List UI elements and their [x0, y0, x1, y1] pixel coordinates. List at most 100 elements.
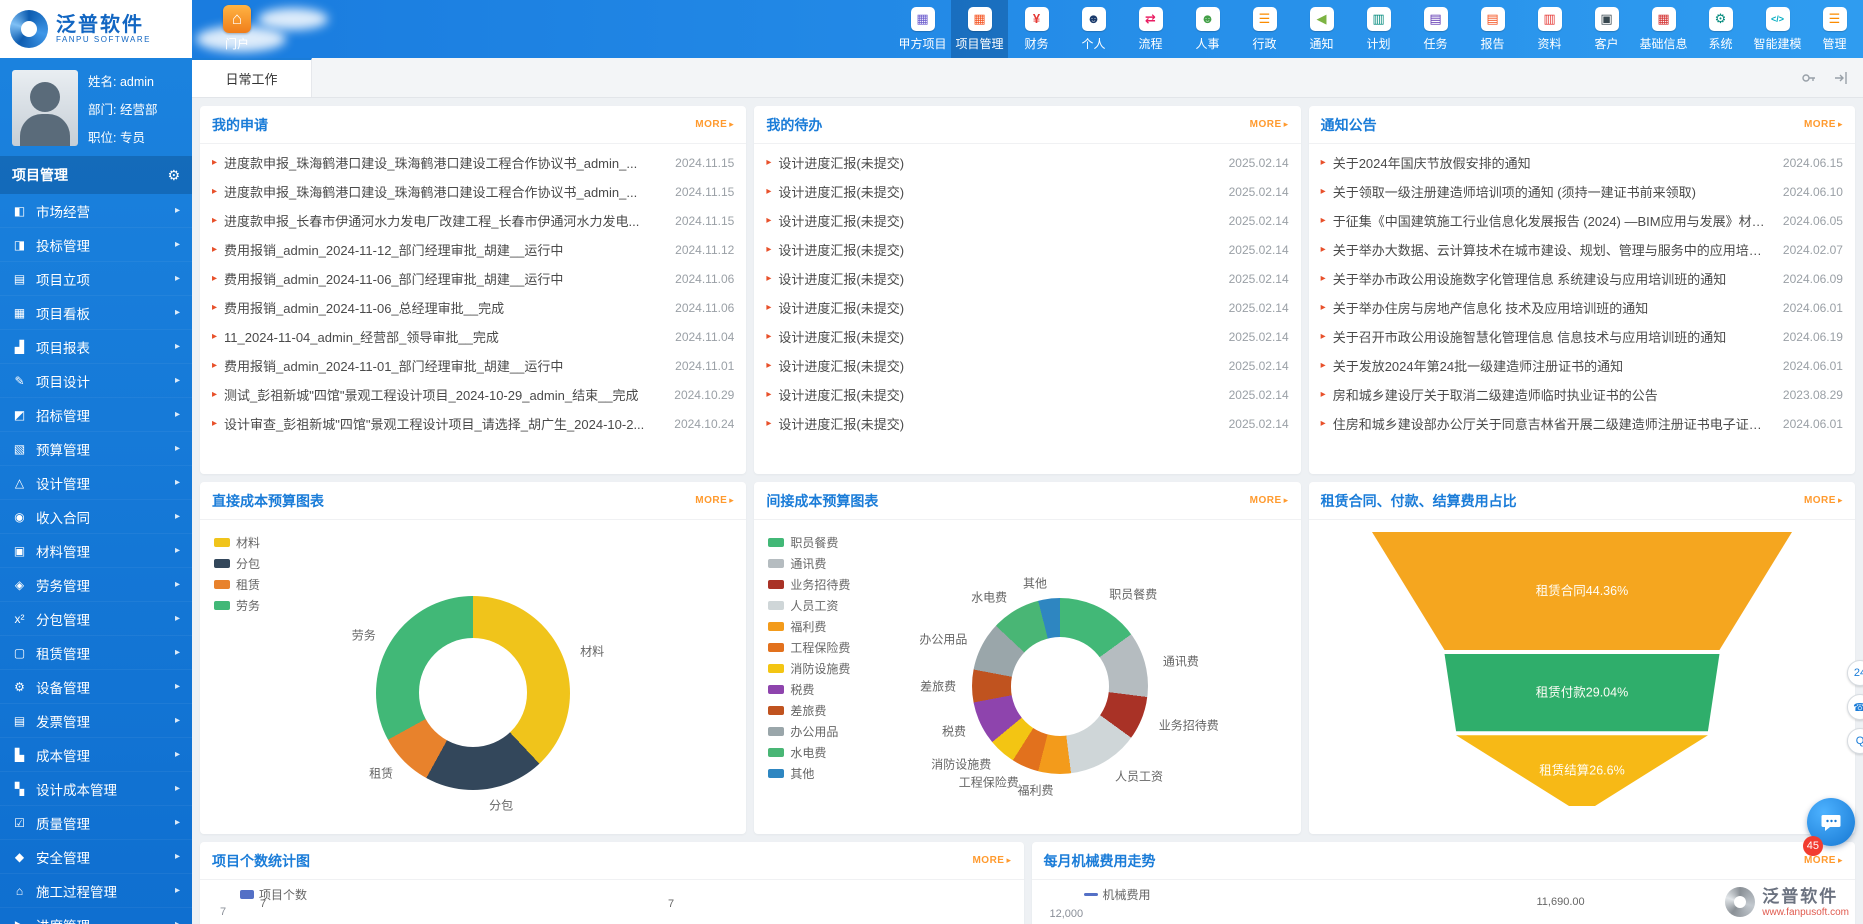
list-item[interactable]: ▸关于举办市政公用设施数字化管理信息 系统建设与应用培训班的通知2024.06.…: [1321, 264, 1843, 293]
more-button[interactable]: MORE▸: [695, 495, 734, 506]
module-management[interactable]: ☰管理: [1806, 0, 1863, 58]
list-item[interactable]: ▸费用报销_admin_2024-11-01_部门经理审批_胡建__运行中202…: [212, 351, 734, 380]
list-item[interactable]: ▸关于举办住房与房地产信息化 技术及应用培训班的通知2024.06.01: [1321, 293, 1843, 322]
sidebar-item-progress[interactable]: ▶进度管理▸: [0, 908, 192, 924]
list-item[interactable]: ▸设计进度汇报(未提交)2025.02.14: [766, 380, 1288, 409]
sidebar-item-design[interactable]: △设计管理▸: [0, 466, 192, 500]
legend-item[interactable]: 税费: [768, 681, 850, 698]
sidebar-item-initiation[interactable]: ▤项目立项▸: [0, 262, 192, 296]
sidebar-item-budget[interactable]: ▧预算管理▸: [0, 432, 192, 466]
module-project-management[interactable]: ▦项目管理: [951, 0, 1008, 58]
more-button[interactable]: MORE▸: [1250, 119, 1289, 130]
list-item[interactable]: ▸进度款申报_珠海鹤港口建设_珠海鹤港口建设工程合作协议书_admin_...2…: [212, 148, 734, 177]
sidebar-item-cost[interactable]: ▙成本管理▸: [0, 738, 192, 772]
sidebar-item-quality[interactable]: ☑质量管理▸: [0, 806, 192, 840]
module-party-a-project[interactable]: ▦甲方项目: [894, 0, 951, 58]
qq-icon[interactable]: Q: [1847, 728, 1863, 754]
list-item[interactable]: ▸设计进度汇报(未提交)2025.02.14: [766, 293, 1288, 322]
sidebar-item-market[interactable]: ◧市场经营▸: [0, 194, 192, 228]
bar-chart-legend[interactable]: 项目个数: [240, 886, 307, 903]
list-item[interactable]: ▸住房和城乡建设部办公厅关于同意吉林省开展二级建造师注册证书电子证书电子化试点.…: [1321, 409, 1843, 438]
list-item[interactable]: ▸费用报销_admin_2024-11-06_总经理审批__完成2024.11.…: [212, 293, 734, 322]
list-item[interactable]: ▸11_2024-11-04_admin_经营部_领导审批__完成2024.11…: [212, 322, 734, 351]
more-button[interactable]: MORE▸: [972, 855, 1011, 866]
module-system[interactable]: ⚙系统: [1692, 0, 1749, 58]
list-item[interactable]: ▸设计进度汇报(未提交)2025.02.14: [766, 264, 1288, 293]
list-item[interactable]: ▸设计进度汇报(未提交)2025.02.14: [766, 235, 1288, 264]
sidebar-item-labor[interactable]: ◈劳务管理▸: [0, 568, 192, 602]
service-24h-icon[interactable]: 24: [1847, 660, 1863, 686]
more-button[interactable]: MORE▸: [1804, 855, 1843, 866]
module-workflow[interactable]: ⇄流程: [1122, 0, 1179, 58]
legend-item[interactable]: 消防设施费: [768, 660, 850, 677]
list-item[interactable]: ▸关于2024年国庆节放假安排的通知2024.06.15: [1321, 148, 1843, 177]
legend-item[interactable]: 人员工资: [768, 597, 850, 614]
module-material-doc[interactable]: ▥资料: [1521, 0, 1578, 58]
module-administration[interactable]: ☰行政: [1236, 0, 1293, 58]
legend-item[interactable]: 职员餐费: [768, 534, 850, 551]
module-notification[interactable]: ◀通知: [1293, 0, 1350, 58]
legend-item[interactable]: 水电费: [768, 744, 850, 761]
sidebar-section-header[interactable]: 项目管理 ⚙: [0, 156, 192, 194]
sidebar-item-kanban[interactable]: ▦项目看板▸: [0, 296, 192, 330]
legend-item[interactable]: 通讯费: [768, 555, 850, 572]
list-item[interactable]: ▸设计进度汇报(未提交)2025.02.14: [766, 177, 1288, 206]
module-smart-modeling[interactable]: </>智能建模: [1749, 0, 1806, 58]
sidebar-item-construction-process[interactable]: ⌂施工过程管理▸: [0, 874, 192, 908]
module-report[interactable]: ▤报告: [1464, 0, 1521, 58]
sidebar-item-bidding[interactable]: ◨投标管理▸: [0, 228, 192, 262]
tab-daily-work[interactable]: 日常工作: [192, 58, 312, 97]
more-button[interactable]: MORE▸: [1804, 119, 1843, 130]
legend-item[interactable]: 劳务: [214, 597, 260, 614]
list-item[interactable]: ▸进度款申报_长春市伊通河水力发电厂改建工程_长春市伊通河水力发电...2024…: [212, 206, 734, 235]
line-chart-legend[interactable]: 机械费用: [1084, 886, 1151, 903]
sidebar-item-project-report[interactable]: ▟项目报表▸: [0, 330, 192, 364]
sidebar-item-income-contract[interactable]: ◉收入合同▸: [0, 500, 192, 534]
portal-nav-item[interactable]: ⌂ 门户: [206, 5, 268, 55]
more-button[interactable]: MORE▸: [1250, 495, 1289, 506]
sidebar-item-material[interactable]: ▣材料管理▸: [0, 534, 192, 568]
list-item[interactable]: ▸设计进度汇报(未提交)2025.02.14: [766, 206, 1288, 235]
sidebar-item-design-cost[interactable]: ▚设计成本管理▸: [0, 772, 192, 806]
legend-item[interactable]: 租赁: [214, 576, 260, 593]
sidebar-item-rental[interactable]: ▢租赁管理▸: [0, 636, 192, 670]
more-button[interactable]: MORE▸: [1804, 495, 1843, 506]
more-button[interactable]: MORE▸: [695, 119, 734, 130]
module-plan[interactable]: ▥计划: [1350, 0, 1407, 58]
list-item[interactable]: ▸测试_彭祖新城"四馆"景观工程设计项目_2024-10-29_admin_结束…: [212, 380, 734, 409]
sidebar-item-invoice[interactable]: ▤发票管理▸: [0, 704, 192, 738]
legend-item[interactable]: 业务招待费: [768, 576, 850, 593]
list-item[interactable]: ▸关于举办大数据、云计算技术在城市建设、规划、管理与服务中的应用培训班...20…: [1321, 235, 1843, 264]
legend-item[interactable]: 其他: [768, 765, 850, 782]
list-item[interactable]: ▸费用报销_admin_2024-11-06_部门经理审批_胡建__运行中202…: [212, 264, 734, 293]
legend-item[interactable]: 材料: [214, 534, 260, 551]
gear-icon[interactable]: ⚙: [167, 167, 180, 184]
list-item[interactable]: ▸设计进度汇报(未提交)2025.02.14: [766, 409, 1288, 438]
list-item[interactable]: ▸设计进度汇报(未提交)2025.02.14: [766, 322, 1288, 351]
phone-icon[interactable]: ☎: [1847, 694, 1863, 720]
legend-item[interactable]: 福利费: [768, 618, 850, 635]
module-finance[interactable]: ¥财务: [1008, 0, 1065, 58]
collapse-panel-icon[interactable]: [1833, 70, 1849, 86]
legend-item[interactable]: 差旅费: [768, 702, 850, 719]
module-task[interactable]: ▤任务: [1407, 0, 1464, 58]
list-item[interactable]: ▸费用报销_admin_2024-11-12_部门经理审批_胡建__运行中202…: [212, 235, 734, 264]
list-item[interactable]: ▸设计审查_彭祖新城"四馆"景观工程设计项目_请选择_胡广生_2024-10-2…: [212, 409, 734, 438]
module-personal[interactable]: ☻个人: [1065, 0, 1122, 58]
list-item[interactable]: ▸设计进度汇报(未提交)2025.02.14: [766, 148, 1288, 177]
legend-item[interactable]: 工程保险费: [768, 639, 850, 656]
sidebar-item-equipment[interactable]: ⚙设备管理▸: [0, 670, 192, 704]
shortcut-key-icon[interactable]: [1801, 70, 1817, 86]
legend-item[interactable]: 分包: [214, 555, 260, 572]
list-item[interactable]: ▸关于发放2024年第24批一级建造师注册证书的通知2024.06.01: [1321, 351, 1843, 380]
sidebar-item-subcontract[interactable]: x²分包管理▸: [0, 602, 192, 636]
sidebar-item-safety[interactable]: ◆安全管理▸: [0, 840, 192, 874]
module-customer[interactable]: ▣客户: [1578, 0, 1635, 58]
list-item[interactable]: ▸于征集《中国建筑施工行业信息化发展报告 (2024) —BIM应用与发展》材料…: [1321, 206, 1843, 235]
sidebar-item-project-design[interactable]: ✎项目设计▸: [0, 364, 192, 398]
list-item[interactable]: ▸进度款申报_珠海鹤港口建设_珠海鹤港口建设工程合作协议书_admin_...2…: [212, 177, 734, 206]
notification-count-badge[interactable]: 45: [1803, 836, 1823, 856]
list-item[interactable]: ▸房和城乡建设厅关于取消二级建造师临时执业证书的公告2023.08.29: [1321, 380, 1843, 409]
module-basic-info[interactable]: ▦基础信息: [1635, 0, 1692, 58]
list-item[interactable]: ▸关于召开市政公用设施智慧化管理信息 信息技术与应用培训班的通知2024.06.…: [1321, 322, 1843, 351]
